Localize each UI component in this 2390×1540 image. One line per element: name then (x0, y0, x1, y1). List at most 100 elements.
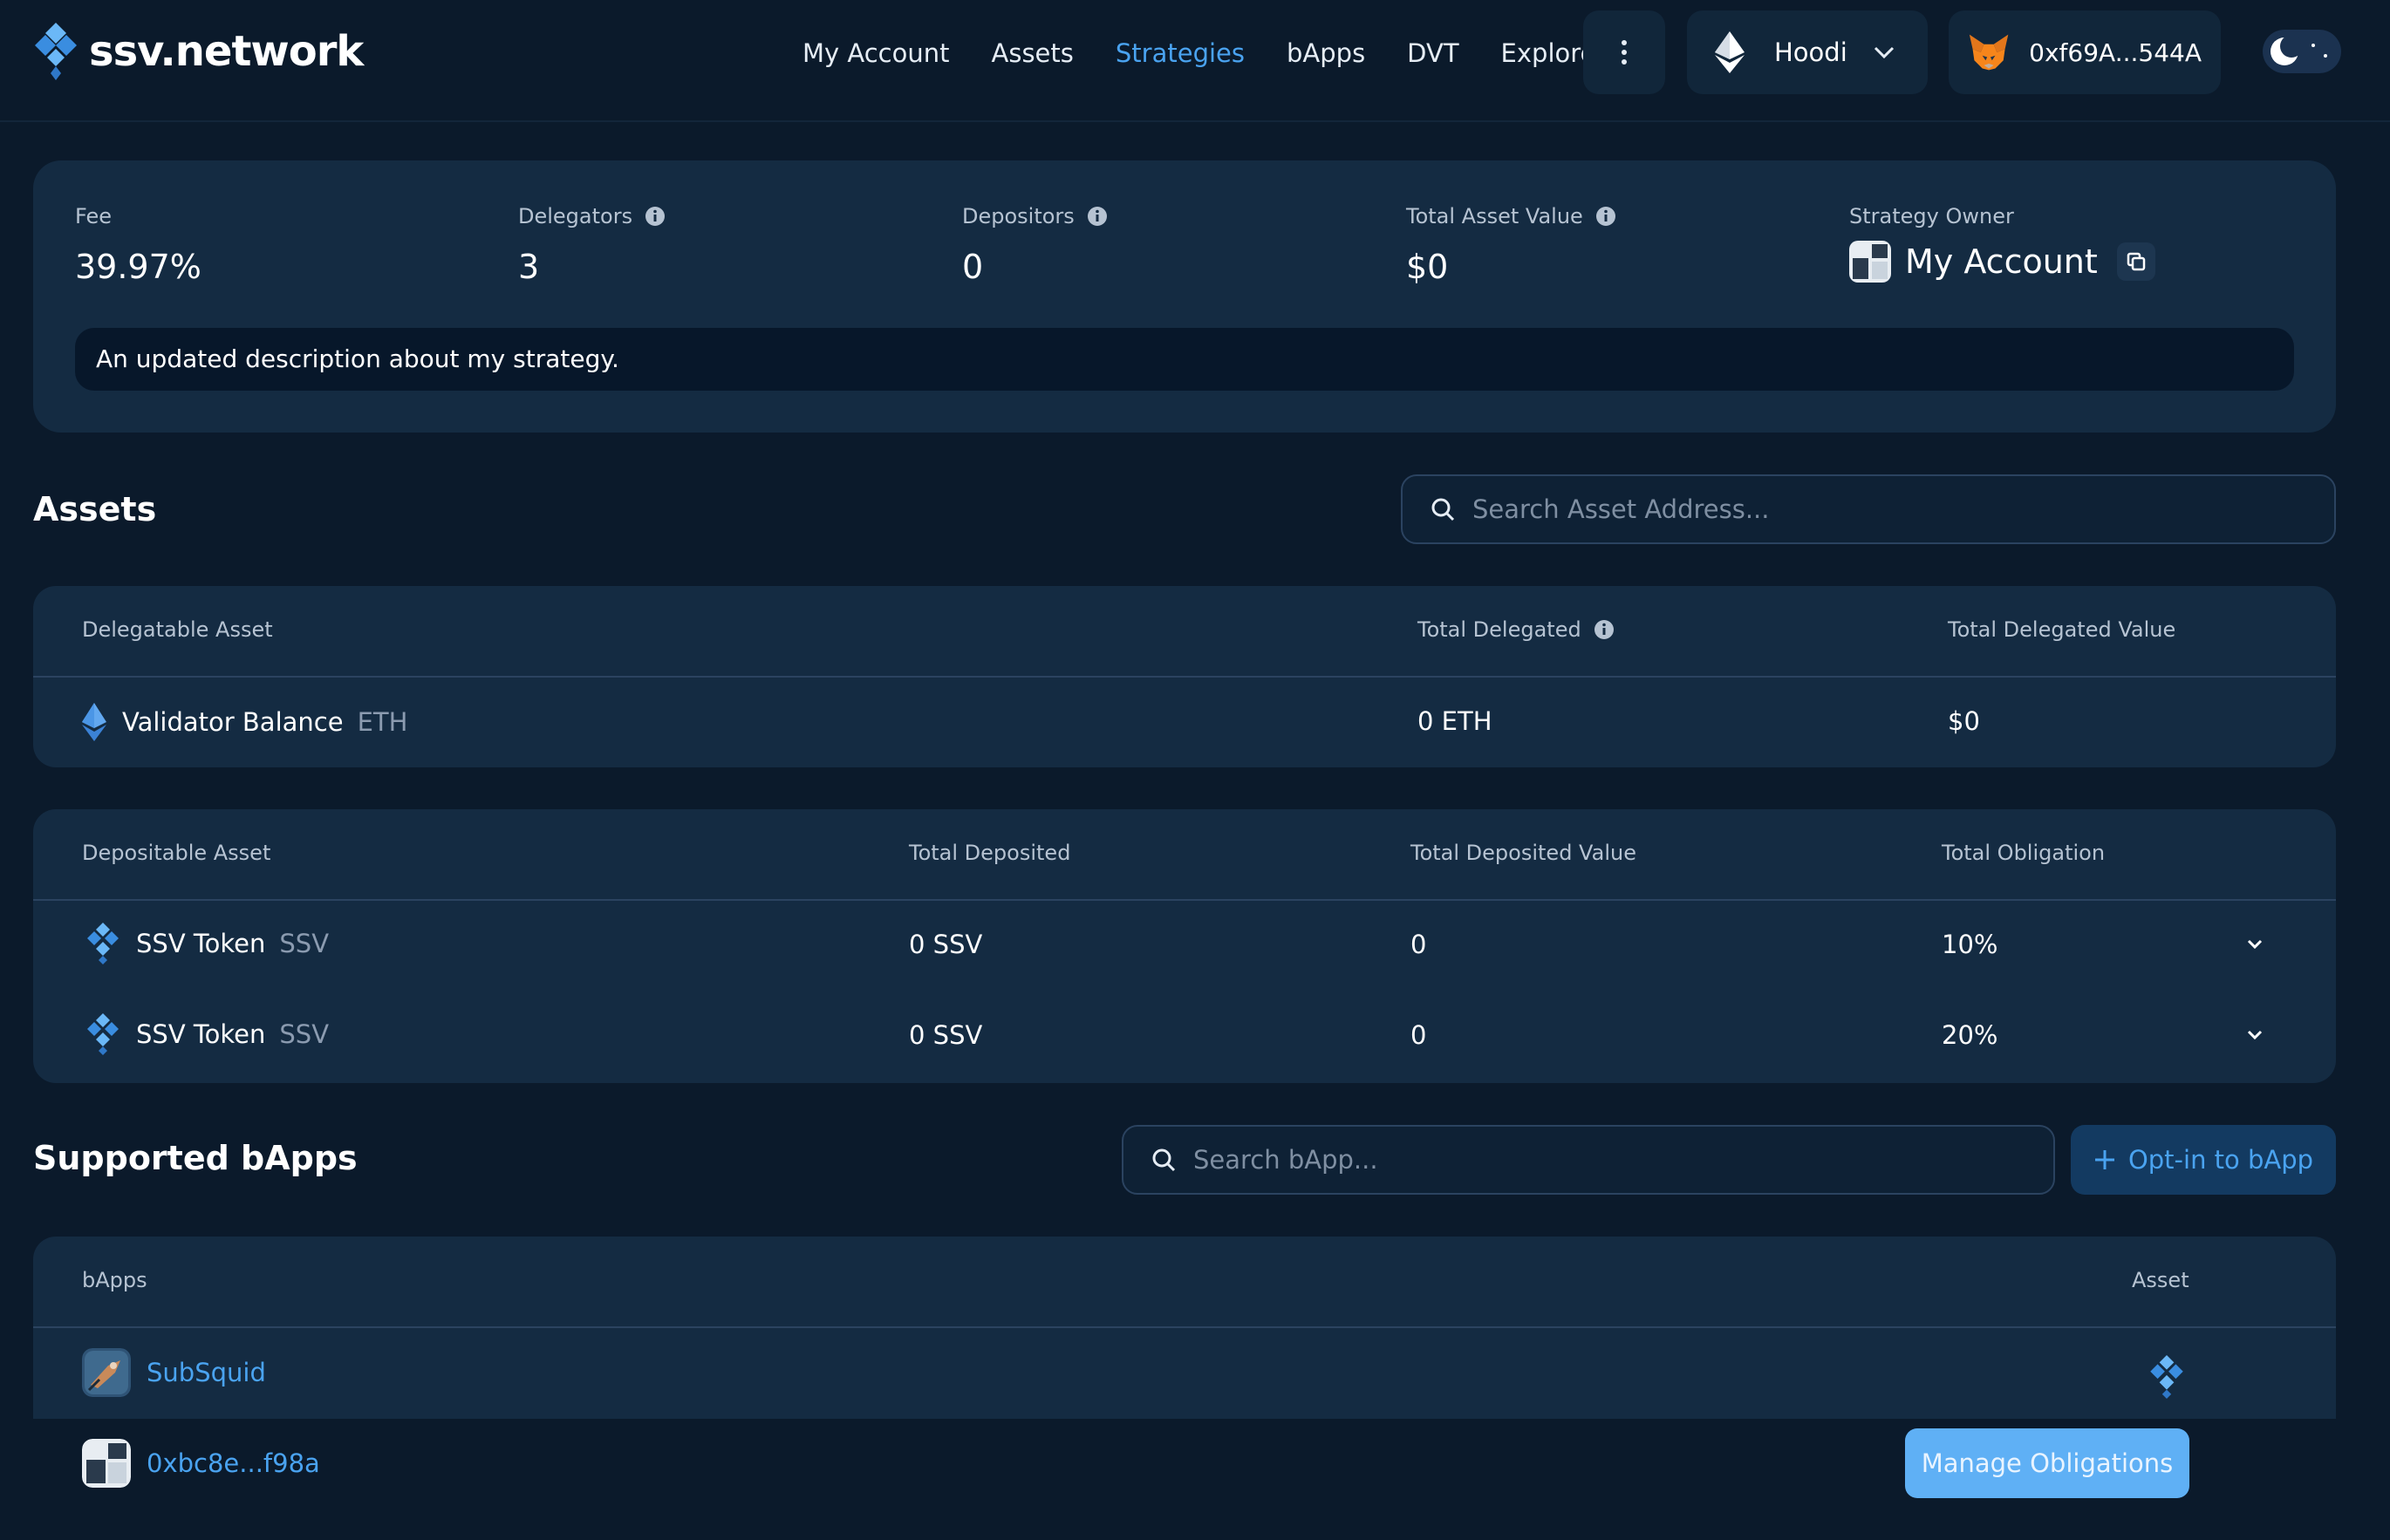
top-header: ssv.network My Account Assets Strategies… (0, 0, 2390, 122)
total-deposited-value-cell: 0 (1410, 1020, 1427, 1050)
chevron-down-icon (1874, 46, 1894, 58)
info-icon[interactable] (1595, 206, 1616, 227)
total-delegated-value-cell: $0 (1948, 706, 1980, 736)
search-icon (1431, 498, 1455, 521)
asset-name: SSV Token (136, 929, 266, 958)
copy-address-button[interactable] (2116, 242, 2155, 281)
total-asset-value-label: Total Asset Value (1406, 204, 1583, 228)
delegatable-assets-table: Delegatable Asset Total Delegated Total … (33, 586, 2336, 767)
supported-bapps-title: Supported bApps (33, 1139, 358, 1177)
nav-strategies[interactable]: Strategies (1116, 38, 1245, 68)
wallet-button[interactable]: 0xf69A...544A (1949, 10, 2221, 94)
fee-value: 39.97% (75, 248, 201, 286)
depositors-label: Depositors (962, 204, 1075, 228)
bapp-search-input[interactable] (1193, 1145, 1915, 1175)
manage-obligations-button[interactable]: Manage Obligations (1905, 1428, 2189, 1498)
total-obligation-cell: 20% (1942, 1020, 1998, 1050)
col-depositable-asset: Depositable Asset (82, 841, 271, 865)
asset-name-cell: SSV Token SSV (87, 923, 329, 964)
info-icon[interactable] (1594, 619, 1615, 640)
moon-icon (2270, 37, 2299, 65)
col-total-deposited: Total Deposited (909, 841, 1071, 865)
bapp-link-subsquid[interactable]: SubSquid (147, 1358, 266, 1387)
assets-title: Assets (33, 490, 157, 528)
strategy-owner-label: Strategy Owner (1849, 204, 2014, 228)
table-row[interactable] (33, 1328, 2336, 1419)
nav-my-account[interactable]: My Account (802, 38, 950, 68)
total-deposited-cell: 0 SSV (909, 1020, 983, 1050)
asset-search-input[interactable] (1472, 494, 2195, 524)
metamask-fox-icon (1969, 34, 2009, 71)
bapp-avatar (82, 1439, 131, 1488)
asset-name-cell: SSV Token SSV (87, 1013, 329, 1055)
ssv-logo-icon (35, 23, 77, 80)
nav-dvt[interactable]: DVT (1407, 38, 1458, 68)
strategy-description: An updated description about my strategy… (75, 328, 2294, 391)
bapp-default-avatar-icon (82, 1439, 131, 1488)
subsquid-avatar (82, 1348, 131, 1397)
wallet-address: 0xf69A...544A (2029, 37, 2202, 67)
fee-stat: Fee 39.97% (75, 204, 201, 286)
strategy-summary-card: Fee 39.97% Delegators 3 Depositors 0 Tot… (33, 160, 2336, 433)
theme-toggle[interactable] (2263, 30, 2341, 73)
strategy-owner-name[interactable]: My Account (1905, 242, 2098, 281)
copy-icon (2127, 252, 2146, 271)
opt-in-bapp-button[interactable]: Opt-in to bApp (2071, 1125, 2336, 1195)
ssv-token-icon (87, 923, 119, 964)
delegators-stat: Delegators 3 (518, 204, 666, 286)
asset-ticker: SSV (279, 929, 330, 958)
asset-name: SSV Token (136, 1019, 266, 1049)
info-icon[interactable] (645, 206, 666, 227)
bapp-name-cell: SubSquid (82, 1348, 266, 1397)
depositors-value: 0 (962, 248, 984, 286)
logo-text: ssv.network (89, 27, 364, 76)
asset-name-cell: Validator Balance ETH (82, 703, 407, 741)
depositable-assets-table: Depositable Asset Total Deposited Total … (33, 809, 2336, 1083)
main-nav: My Account Assets Strategies bApps DVT E… (802, 30, 1648, 77)
more-menu-button[interactable] (1583, 10, 1665, 94)
delegators-label: Delegators (518, 204, 633, 228)
bapp-name-cell: 0xbc8e...f98a (82, 1439, 320, 1488)
asset-name: Validator Balance (122, 707, 344, 737)
info-icon[interactable] (1087, 206, 1108, 227)
total-deposited-value-cell: 0 (1410, 930, 1427, 959)
total-delegated-cell: 0 ETH (1417, 706, 1492, 736)
bapp-link-address[interactable]: 0xbc8e...f98a (147, 1448, 320, 1478)
bapp-search[interactable] (1122, 1125, 2055, 1195)
asset-ticker: ETH (357, 707, 408, 737)
delegators-value: 3 (518, 248, 540, 286)
opt-in-bapp-label: Opt-in to bApp (2127, 1145, 2314, 1175)
col-bapps: bApps (82, 1268, 147, 1292)
asset-search[interactable] (1401, 474, 2336, 544)
ethereum-icon (82, 703, 106, 741)
total-deposited-cell: 0 SSV (909, 930, 983, 959)
network-selector[interactable]: Hoodi (1687, 10, 1928, 94)
ethereum-icon (1715, 31, 1745, 73)
fee-label: Fee (75, 204, 113, 228)
ssv-logo[interactable]: ssv.network (35, 23, 364, 80)
total-asset-value-stat: Total Asset Value $0 (1406, 204, 1616, 286)
depositors-stat: Depositors 0 (962, 204, 1108, 286)
ssv-token-icon (2150, 1355, 2183, 1399)
stars-icon (2311, 44, 2327, 58)
strategy-owner-stat: Strategy Owner My Account (1849, 204, 2155, 283)
owner-avatar-icon (1849, 241, 1891, 283)
total-obligation-cell: 10% (1942, 930, 1998, 959)
nav-assets[interactable]: Assets (992, 38, 1074, 68)
more-vertical-icon (1622, 40, 1627, 65)
chevron-down-icon[interactable] (2242, 931, 2268, 957)
total-asset-value: $0 (1406, 248, 1449, 286)
search-icon (1152, 1148, 1176, 1172)
ssv-token-icon (87, 1013, 119, 1055)
chevron-down-icon[interactable] (2242, 1022, 2268, 1048)
col-delegatable-asset: Delegatable Asset (82, 617, 273, 642)
nav-bapps[interactable]: bApps (1287, 38, 1365, 68)
col-asset: Asset (2132, 1268, 2189, 1292)
network-label: Hoodi (1774, 37, 1847, 67)
col-total-obligation: Total Obligation (1942, 841, 2106, 865)
asset-ticker: SSV (279, 1019, 330, 1049)
plus-icon (2094, 1150, 2114, 1169)
col-total-delegated-value: Total Delegated Value (1948, 617, 2176, 642)
subsquid-logo-icon (82, 1348, 131, 1397)
col-total-delegated: Total Delegated (1417, 617, 1615, 642)
